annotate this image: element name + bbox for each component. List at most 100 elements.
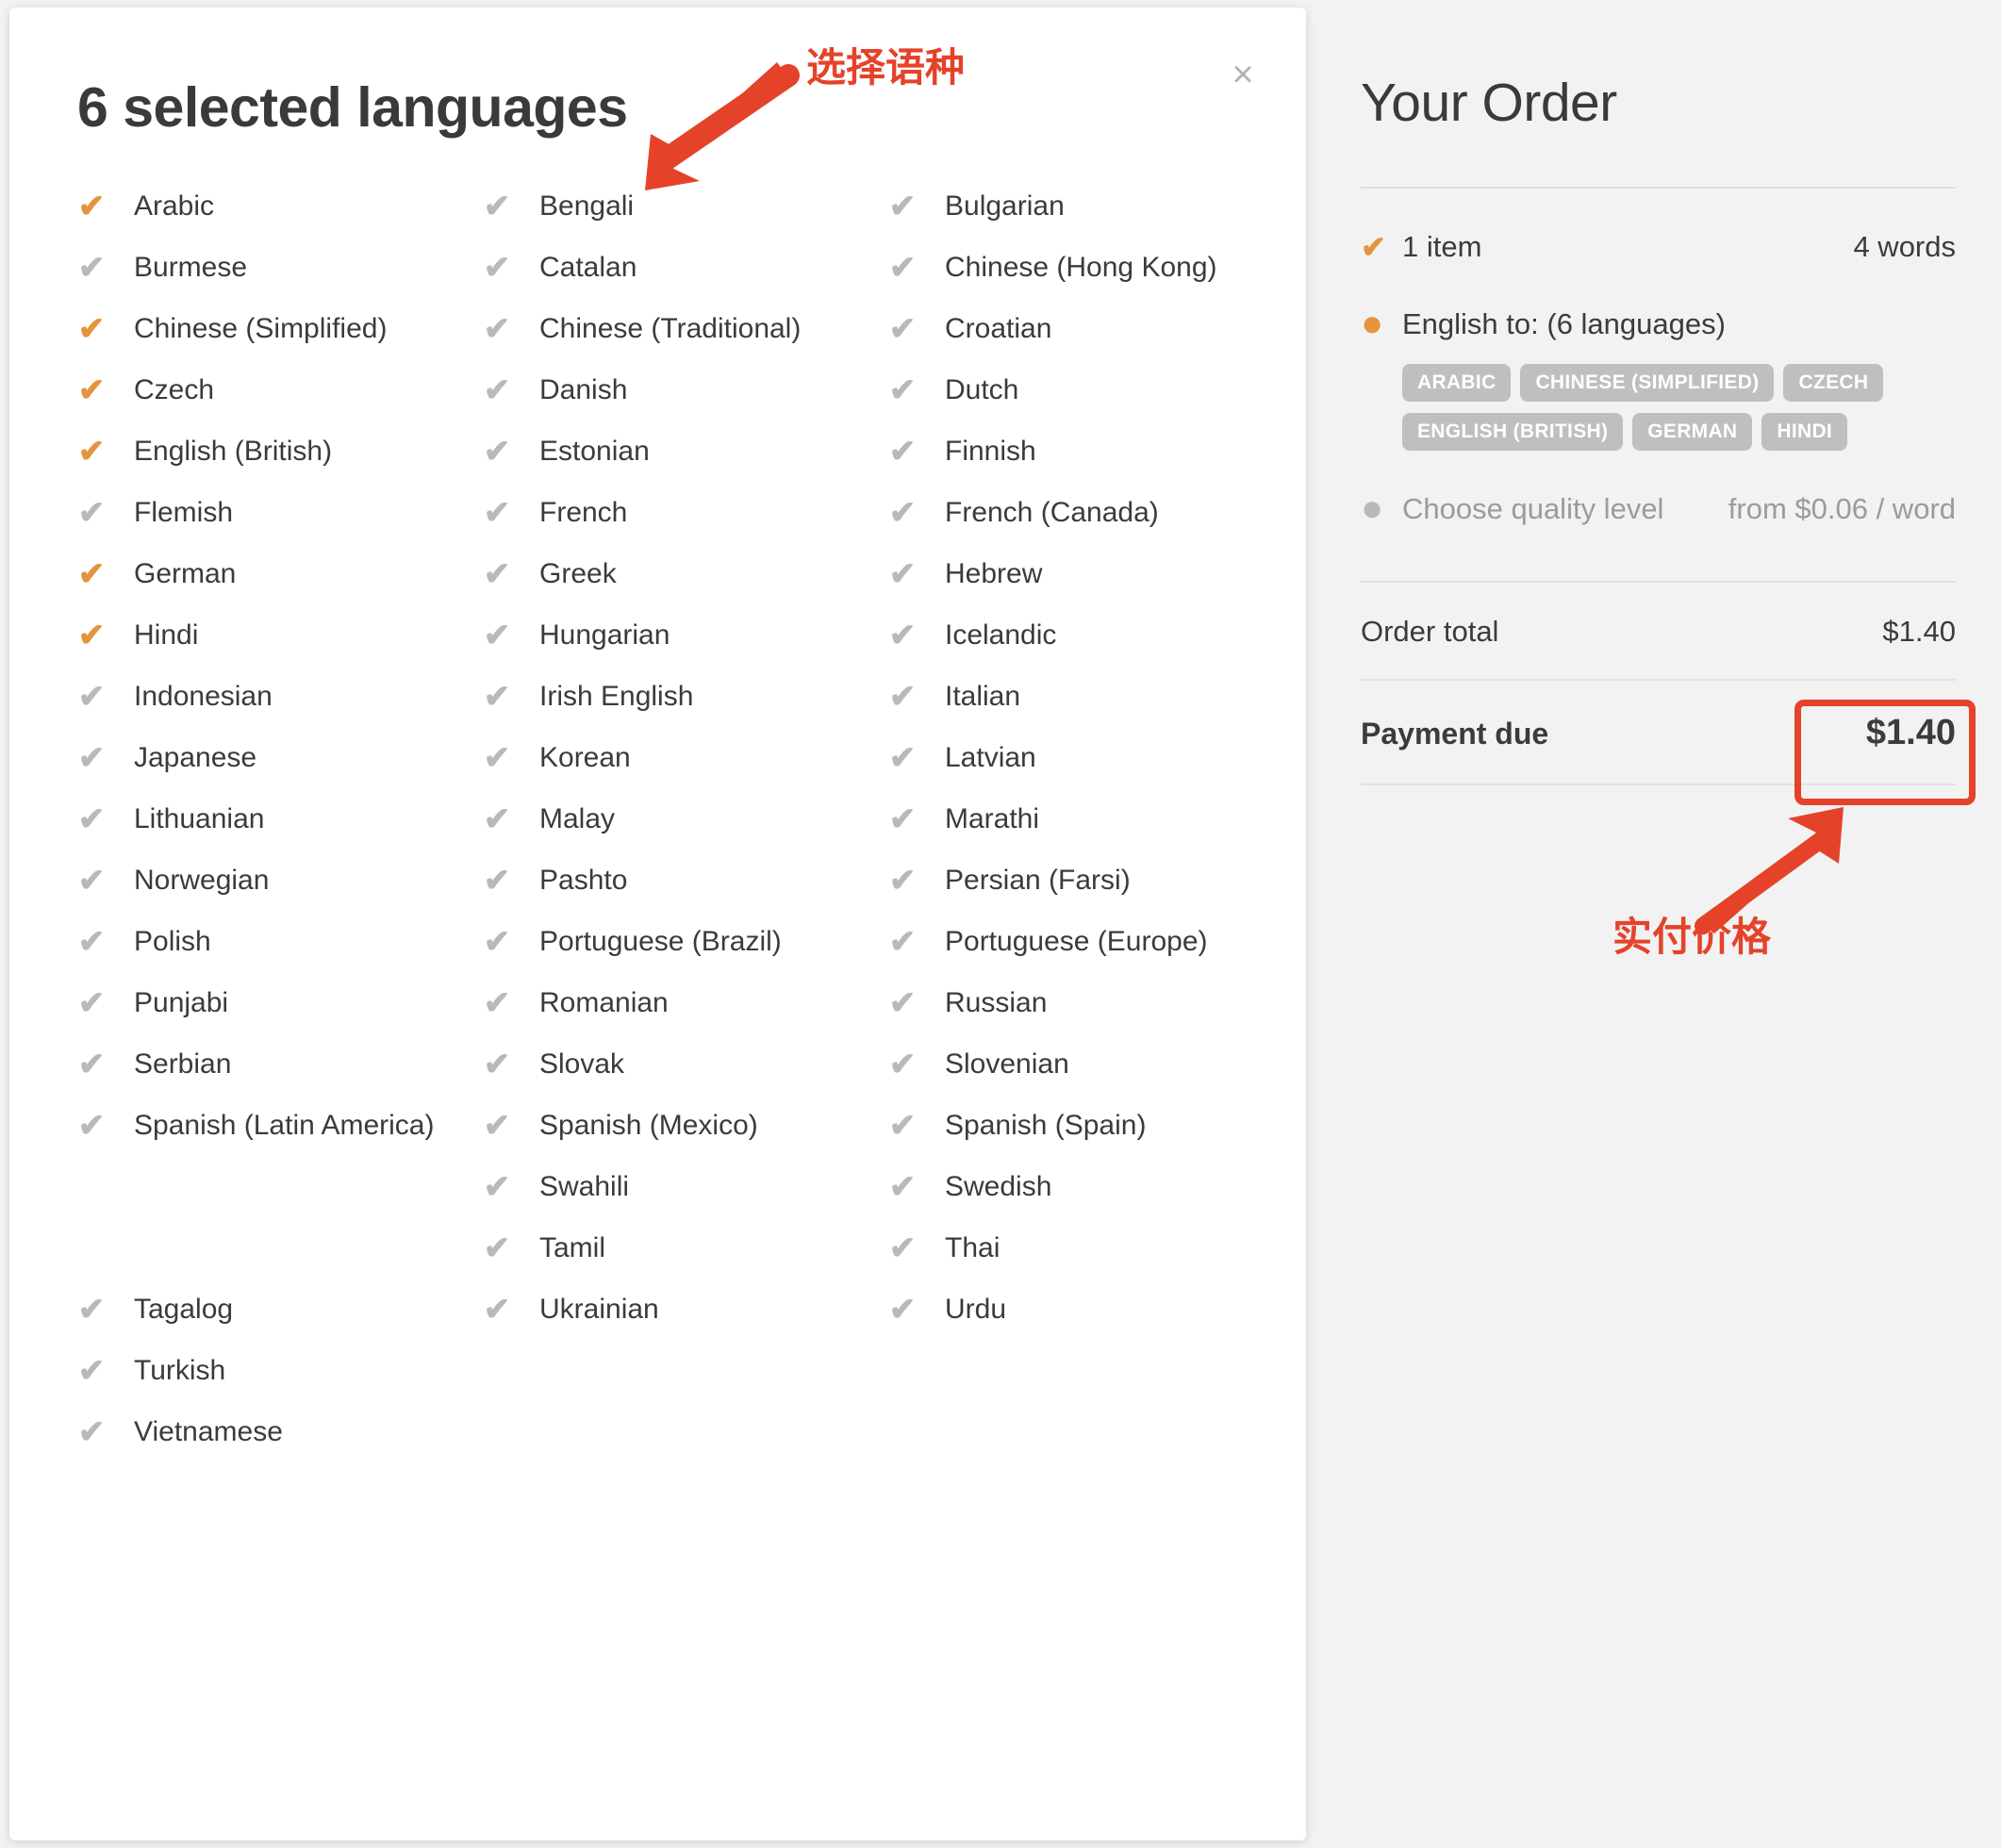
check-icon: ✔ xyxy=(888,434,917,470)
language-option[interactable]: ✔ Dutch xyxy=(881,372,1286,434)
language-label: Hebrew xyxy=(945,558,1043,589)
language-option[interactable]: ✔ Serbian xyxy=(70,1047,475,1108)
language-option[interactable]: ✔ English (British) xyxy=(70,434,475,495)
check-icon: ✔ xyxy=(888,495,917,531)
language-option[interactable]: ✔ Tamil xyxy=(475,1230,881,1292)
language-label: Lithuanian xyxy=(134,803,265,834)
language-label: Pashto xyxy=(539,865,628,896)
language-label: Dutch xyxy=(945,374,1019,405)
language-option[interactable]: ✔ Flemish xyxy=(70,495,475,556)
check-icon: ✔ xyxy=(77,924,106,960)
language-label: Spanish (Spain) xyxy=(945,1110,1147,1141)
language-option[interactable]: ✔ Italian xyxy=(881,679,1286,740)
language-option[interactable]: ✔ Slovak xyxy=(475,1047,881,1108)
language-option[interactable]: ✔ Portuguese (Europe) xyxy=(881,924,1286,985)
language-option[interactable]: ✔ Catalan xyxy=(475,250,881,311)
item-count-label: 1 item xyxy=(1402,230,1482,263)
language-label: Spanish (Mexico) xyxy=(539,1110,758,1141)
language-option[interactable]: ✔ Ukrainian xyxy=(475,1292,881,1353)
language-option[interactable]: ✔ Latvian xyxy=(881,740,1286,801)
language-label: Thai xyxy=(945,1232,1000,1263)
check-icon: ✔ xyxy=(483,924,511,960)
language-option[interactable]: ✔ Polish xyxy=(70,924,475,985)
check-icon: ✔ xyxy=(888,679,917,715)
check-icon: ✔ xyxy=(77,495,106,531)
annotation-price-note: 实付价格 xyxy=(1612,914,1772,960)
language-option[interactable]: ✔ Chinese (Traditional) xyxy=(475,311,881,372)
language-option[interactable]: ✔ Estonian xyxy=(475,434,881,495)
language-option[interactable]: ✔ Bengali xyxy=(475,189,881,250)
language-option[interactable]: ✔ German xyxy=(70,556,475,618)
close-icon[interactable]: × xyxy=(1221,53,1265,96)
check-icon: ✔ xyxy=(77,740,106,776)
language-option[interactable]: ✔ Greek xyxy=(475,556,881,618)
order-languages-row[interactable]: ● English to: (6 languages) xyxy=(1361,305,1956,343)
order-quality-row[interactable]: ● Choose quality level from $0.06 / word xyxy=(1361,489,1956,528)
language-option[interactable]: ✔ Burmese xyxy=(70,250,475,311)
language-option[interactable]: ✔ Irish English xyxy=(475,679,881,740)
language-option[interactable]: ✔ Swahili xyxy=(475,1169,881,1230)
language-option[interactable]: ✔ Chinese (Hong Kong) xyxy=(881,250,1286,311)
payment-due-highlight-box xyxy=(1794,700,1976,805)
language-option[interactable]: ✔ Portuguese (Brazil) xyxy=(475,924,881,985)
app-screen: 6 selected languages × ✔ Arabic ✔ Burmese ✔ C… xyxy=(0,0,2001,1848)
language-option[interactable]: ✔ Persian (Farsi) xyxy=(881,863,1286,924)
language-label: Russian xyxy=(945,987,1048,1018)
language-option[interactable]: ✔ Chinese (Simplified) xyxy=(70,311,475,372)
language-option[interactable]: ✔ Arabic xyxy=(70,189,475,250)
language-option[interactable]: ✔ French xyxy=(475,495,881,556)
language-option[interactable]: ✔ Turkish xyxy=(70,1353,475,1414)
annotation-language-note: 选择语种 xyxy=(806,44,966,91)
check-icon: ✔ xyxy=(483,1108,511,1144)
language-label: Burmese xyxy=(134,252,248,283)
language-option[interactable]: ✔ Bulgarian xyxy=(881,189,1286,250)
check-icon: ✔ xyxy=(483,311,511,347)
language-option[interactable]: ✔ Slovenian xyxy=(881,1047,1286,1108)
language-option[interactable]: ✔ Pashto xyxy=(475,863,881,924)
language-option[interactable]: ✔ Japanese xyxy=(70,740,475,801)
language-option[interactable]: ✔ Spanish (Latin America) xyxy=(70,1108,475,1230)
language-option[interactable]: ✔ Lithuanian xyxy=(70,801,475,863)
language-option[interactable]: ✔ Korean xyxy=(475,740,881,801)
language-option[interactable]: ✔ Spanish (Mexico) xyxy=(475,1108,881,1169)
language-option[interactable]: ✔ Czech xyxy=(70,372,475,434)
language-option[interactable]: ✔ Vietnamese xyxy=(70,1414,475,1476)
check-icon: ✔ xyxy=(483,372,511,408)
language-label: Norwegian xyxy=(134,865,270,896)
language-option[interactable]: ✔ Indonesian xyxy=(70,679,475,740)
language-option[interactable]: ✔ Finnish xyxy=(881,434,1286,495)
language-option[interactable]: ✔ Danish xyxy=(475,372,881,434)
language-option[interactable]: ✔ Romanian xyxy=(475,985,881,1047)
check-icon: ✔ xyxy=(77,250,106,286)
check-icon-selected: ✔ xyxy=(77,618,106,653)
language-tag: GERMAN xyxy=(1632,413,1753,451)
language-label: Chinese (Simplified) xyxy=(134,313,388,344)
language-option[interactable]: ✔ Croatian xyxy=(881,311,1286,372)
language-option[interactable]: ✔ Russian xyxy=(881,985,1286,1047)
check-icon: ✔ xyxy=(483,863,511,899)
language-option[interactable]: ✔ Hindi xyxy=(70,618,475,679)
language-option[interactable]: ✔ Marathi xyxy=(881,801,1286,863)
language-option[interactable]: ✔ Tagalog xyxy=(70,1292,475,1353)
language-option[interactable]: ✔ French (Canada) xyxy=(881,495,1286,556)
language-option[interactable]: ✔ Punjabi xyxy=(70,985,475,1047)
language-option[interactable]: ✔ Norwegian xyxy=(70,863,475,924)
language-option[interactable]: ✔ Hebrew xyxy=(881,556,1286,618)
check-icon-selected: ✔ xyxy=(77,434,106,470)
check-icon: ✔ xyxy=(483,1292,511,1328)
language-label: Romanian xyxy=(539,987,669,1018)
language-option[interactable]: ✔ Swedish xyxy=(881,1169,1286,1230)
language-option[interactable]: ✔ Urdu xyxy=(881,1292,1286,1353)
language-option[interactable]: ✔ Malay xyxy=(475,801,881,863)
language-option[interactable]: ✔ Icelandic xyxy=(881,618,1286,679)
language-label: Flemish xyxy=(134,497,234,528)
check-icon: ✔ xyxy=(77,1292,106,1328)
language-label: Bulgarian xyxy=(945,190,1065,222)
language-option[interactable]: ✔ Spanish (Spain) xyxy=(881,1108,1286,1169)
language-option[interactable]: ✔ Hungarian xyxy=(475,618,881,679)
check-icon: ✔ xyxy=(77,1047,106,1082)
language-label: Marathi xyxy=(945,803,1040,834)
language-option[interactable]: ✔ Thai xyxy=(881,1230,1286,1292)
language-label: Croatian xyxy=(945,313,1052,344)
check-icon: ✔ xyxy=(483,495,511,531)
